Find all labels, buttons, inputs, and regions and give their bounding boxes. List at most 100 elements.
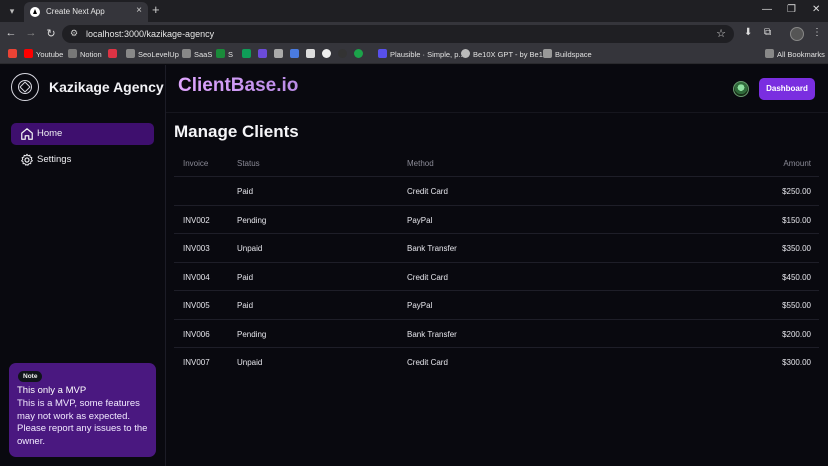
bookmark-icon-3[interactable] xyxy=(258,49,270,59)
tab-title: Create Next App xyxy=(46,7,105,16)
tab-close-icon[interactable]: × xyxy=(136,5,142,16)
url-text[interactable]: localhost:3000/kazikage-agency xyxy=(86,29,214,39)
new-tab-icon[interactable]: + xyxy=(152,3,160,17)
app-root: Kazikage Agency Home Settings Note This … xyxy=(0,65,828,466)
minimize-icon[interactable]: — xyxy=(762,4,772,15)
address-bar-row: ← → ↻ ⚙ localhost:3000/kazikage-agency ☆… xyxy=(0,22,828,46)
app-logo[interactable]: ClientBase.io xyxy=(178,75,298,97)
brand-logo-icon xyxy=(11,73,39,101)
bookmark-seolevelup[interactable]: SeoLevelUp xyxy=(126,49,179,59)
status-cell: Paid xyxy=(237,187,254,196)
page-title: Manage Clients xyxy=(174,122,299,141)
sidebar-item-label: Settings xyxy=(37,154,72,165)
bookmark-star-icon[interactable]: ☆ xyxy=(716,27,726,40)
method-cell: Credit Card xyxy=(407,272,448,282)
main-content: ClientBase.io Dashboard Manage Clients I… xyxy=(166,65,828,466)
brand-name: Kazikage Agency xyxy=(49,79,164,95)
method-cell: Credit Card xyxy=(407,358,448,367)
nextjs-favicon-icon xyxy=(30,7,40,17)
bookmark-icon[interactable] xyxy=(108,49,120,59)
home-icon xyxy=(21,128,33,140)
bookmark-plausible[interactable]: Plausible · Simple, p... xyxy=(378,49,465,59)
bookmark-saas[interactable]: SaaS xyxy=(182,49,212,59)
column-header-method: Method xyxy=(407,159,434,168)
method-cell: PayPal xyxy=(407,301,433,310)
more-menu-icon[interactable]: ⋮ xyxy=(812,27,822,38)
sidebar-item-settings[interactable]: Settings xyxy=(11,149,154,171)
gmail-bookmark-icon[interactable] xyxy=(8,49,20,59)
invoice-cell: INV002 xyxy=(183,215,210,225)
sidebar: Kazikage Agency Home Settings Note This … xyxy=(0,65,166,466)
column-header-invoice: Invoice xyxy=(183,159,209,168)
bookmark-icon-2[interactable] xyxy=(242,49,254,59)
table-row[interactable]: INV002 Pending PayPal $150.00 xyxy=(174,206,819,234)
invoice-cell: INV005 xyxy=(183,301,210,310)
tab-search-icon[interactable]: ▾ xyxy=(4,3,20,19)
method-cell: PayPal xyxy=(407,215,433,225)
bookmark-s[interactable]: S xyxy=(216,49,233,59)
status-cell: Unpaid xyxy=(237,358,263,367)
status-cell: Paid xyxy=(237,301,254,310)
status-cell: Unpaid xyxy=(237,244,263,253)
all-bookmarks[interactable]: All Bookmarks xyxy=(765,49,825,59)
amount-cell: $550.00 xyxy=(782,301,811,310)
bookmarks-bar: Youtube Notion SeoLevelUp SaaS S Plausib… xyxy=(0,46,828,64)
browser-tab[interactable]: Create Next App × xyxy=(24,2,148,22)
note-body: This is a MVP, some features may not wor… xyxy=(17,398,148,448)
amount-cell: $350.00 xyxy=(782,244,811,253)
bookmark-youtube[interactable]: Youtube xyxy=(24,49,63,59)
method-cell: Bank Transfer xyxy=(407,244,457,253)
note-title: This only a MVP xyxy=(17,385,87,396)
amount-cell: $250.00 xyxy=(782,187,811,196)
clients-table: Invoice Status Method Amount Paid Credit… xyxy=(174,149,819,377)
bookmark-icon-5[interactable] xyxy=(290,49,302,59)
status-cell: Pending xyxy=(237,329,267,339)
invoice-cell: INV007 xyxy=(183,358,210,367)
github-bookmark-icon[interactable] xyxy=(322,49,334,59)
browser-tabbar: ▾ Create Next App × + — ❐ ✕ xyxy=(0,0,828,22)
column-header-amount: Amount xyxy=(783,159,811,168)
amount-cell: $300.00 xyxy=(782,358,811,367)
status-cell: Pending xyxy=(237,215,267,225)
invoice-cell: INV004 xyxy=(183,272,210,282)
profile-avatar[interactable] xyxy=(790,27,804,41)
column-header-status: Status xyxy=(237,159,260,168)
table-row[interactable]: INV006 Pending Bank Transfer $200.00 xyxy=(174,320,819,348)
bookmark-icon-4[interactable] xyxy=(274,49,286,59)
restore-icon[interactable]: ❐ xyxy=(787,4,796,15)
note-badge: Note xyxy=(18,371,43,382)
bookmark-icon-7[interactable] xyxy=(338,49,350,59)
close-window-icon[interactable]: ✕ xyxy=(812,4,820,15)
puzzle-icon[interactable]: ⧉ xyxy=(764,27,771,38)
sidebar-item-home[interactable]: Home xyxy=(11,123,154,145)
invoice-cell: INV003 xyxy=(183,244,210,253)
mvp-note-card: Note This only a MVP This is a MVP, some… xyxy=(9,363,156,457)
amount-cell: $450.00 xyxy=(782,272,811,282)
status-cell: Paid xyxy=(237,272,254,282)
table-row[interactable]: Paid Credit Card $250.00 xyxy=(174,177,819,206)
dashboard-button[interactable]: Dashboard xyxy=(759,78,815,100)
bookmark-be10x[interactable]: Be10X GPT - by Be1... xyxy=(461,49,549,59)
method-cell: Bank Transfer xyxy=(407,329,457,339)
table-row[interactable]: INV005 Paid PayPal $550.00 xyxy=(174,291,819,320)
table-row[interactable]: INV007 Unpaid Credit Card $300.00 xyxy=(174,348,819,377)
bookmark-icon-6[interactable] xyxy=(306,49,318,59)
gear-icon xyxy=(21,153,33,166)
table-row[interactable]: INV004 Paid Credit Card $450.00 xyxy=(174,263,819,291)
table-row[interactable]: INV003 Unpaid Bank Transfer $350.00 xyxy=(174,234,819,263)
forward-icon[interactable]: → xyxy=(24,27,38,39)
method-cell: Credit Card xyxy=(407,187,448,196)
site-info-icon[interactable]: ⚙ xyxy=(70,28,78,39)
bookmark-buildspace[interactable]: Buildspace xyxy=(543,49,592,59)
back-icon[interactable]: ← xyxy=(4,27,18,39)
table-header-row: Invoice Status Method Amount xyxy=(174,149,819,177)
url-field[interactable]: ⚙ localhost:3000/kazikage-agency ☆ xyxy=(62,25,734,43)
reload-icon[interactable]: ↻ xyxy=(44,27,58,40)
bookmark-icon-8[interactable] xyxy=(354,49,366,59)
bookmark-notion[interactable]: Notion xyxy=(68,49,102,59)
extension-icon[interactable]: ⬇ xyxy=(744,27,752,38)
user-avatar[interactable] xyxy=(733,81,749,97)
sidebar-item-label: Home xyxy=(37,128,63,139)
invoice-cell: INV006 xyxy=(183,329,210,339)
amount-cell: $150.00 xyxy=(782,215,811,225)
